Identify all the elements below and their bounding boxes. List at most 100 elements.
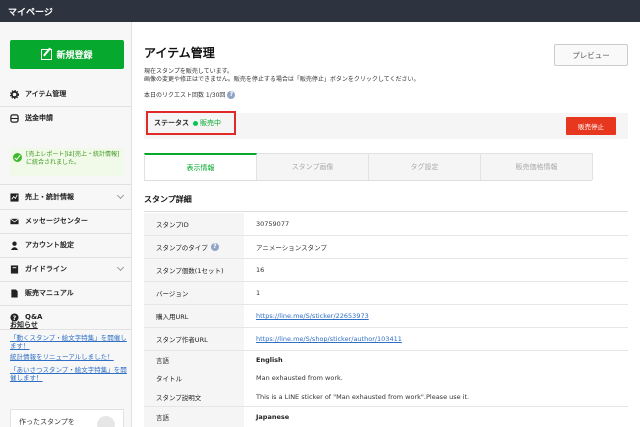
description-line: 現在スタンプを販売しています。 bbox=[144, 68, 234, 75]
sidebar-item-label: 送金申請 bbox=[25, 114, 53, 122]
row-key: スタンプ説明文 bbox=[144, 387, 244, 406]
database-icon bbox=[10, 113, 19, 123]
status-value: 販売中 bbox=[200, 119, 221, 127]
book-icon bbox=[10, 264, 19, 274]
chart-icon bbox=[10, 192, 19, 202]
row-key: 購入用URL bbox=[144, 305, 244, 327]
row-key: スタンプ作者URL bbox=[144, 328, 244, 350]
sidebar-item-label: 売上・統計情報 bbox=[25, 193, 74, 201]
row-key-text: 言語 bbox=[156, 357, 169, 365]
section-title: スタンプ詳細 bbox=[144, 195, 192, 204]
row-value: English bbox=[256, 356, 283, 364]
row-key: 言語 bbox=[144, 351, 244, 369]
row-value: アニメーションスタンプ bbox=[256, 244, 327, 252]
avatar bbox=[97, 416, 115, 427]
table-row: 購入用URL https://line.me/S/sticker/2265397… bbox=[144, 305, 628, 328]
request-count: 本日のリクエスト回数 1/30回 ? bbox=[144, 90, 236, 99]
help-icon[interactable]: ? bbox=[210, 243, 219, 251]
main-content: アイテム管理 プレビュー 現在スタンプを販売しています。 画像の変更や修正はでき… bbox=[132, 22, 640, 427]
row-value: This is a LINE sticker of "Man exhausted… bbox=[256, 392, 470, 401]
tab-bar: 表示情報 スタンプ画像 タグ設定 販売価格情報 bbox=[144, 153, 593, 181]
sidebar: 新規登録 アイテム管理 送金申請 [売上レポート]は[売上・統計情報]に統合され… bbox=[0, 22, 132, 427]
sidebar-item-account-settings[interactable]: アカウント設定 bbox=[0, 233, 132, 257]
new-registration-button[interactable]: 新規登録 bbox=[10, 40, 124, 69]
row-value: 16 bbox=[256, 266, 265, 274]
gear-icon bbox=[10, 89, 19, 99]
row-key-text: スタンプID bbox=[156, 221, 189, 229]
topbar-title: マイページ bbox=[8, 8, 53, 18]
row-key: バージョン bbox=[144, 282, 244, 304]
news-link[interactable]: 「動くスタンプ・絵文字特集」を開催します！ bbox=[10, 334, 128, 350]
row-key-text: バージョン bbox=[156, 290, 189, 298]
author-url-link[interactable]: https://line.me/S/shop/sticker/author/10… bbox=[256, 328, 402, 350]
chevron-down-icon bbox=[116, 263, 125, 272]
row-value: Man exhausted from work. bbox=[256, 374, 343, 382]
tab-sales-price[interactable]: 販売価格情報 bbox=[480, 153, 593, 180]
sidebar-item-item-management[interactable]: アイテム管理 bbox=[0, 82, 132, 106]
table-row: スタンプのタイプ? アニメーションスタンプ bbox=[144, 236, 628, 259]
promo-text: 作ったスタンプを bbox=[19, 418, 75, 426]
status-dot-icon bbox=[193, 120, 198, 126]
tab-sticker-images[interactable]: スタンプ画像 bbox=[256, 153, 369, 180]
top-bar: マイページ bbox=[0, 0, 640, 22]
document-icon bbox=[10, 288, 19, 298]
table-row: バージョン 1 bbox=[144, 282, 628, 305]
user-icon bbox=[10, 241, 19, 250]
sidebar-item-sales-stats[interactable]: 売上・統計情報 bbox=[0, 185, 132, 209]
row-value: 30759077 bbox=[256, 220, 290, 228]
description-line: 画像の変更や修正はできません。販売を停止する場合は「販売停止」ボタンをクリックし… bbox=[144, 76, 420, 83]
news-link[interactable]: 「あいさつスタンプ・絵文字特集」を開催します！ bbox=[10, 366, 128, 382]
status-highlight: ステータス 販売中 bbox=[146, 111, 236, 135]
sidebar-item-sales-manual[interactable]: 販売マニュアル bbox=[0, 281, 132, 305]
check-circle-icon bbox=[13, 153, 22, 162]
table-row: スタンプ作者URL https://line.me/S/shop/sticker… bbox=[144, 328, 628, 351]
row-value: Japanese bbox=[256, 413, 290, 421]
chevron-down-icon bbox=[116, 191, 125, 200]
request-count-label: 本日のリクエスト回数 1/30回 bbox=[144, 92, 226, 99]
mail-icon bbox=[10, 217, 19, 226]
sidebar-item-message-center[interactable]: メッセージセンター bbox=[0, 209, 132, 233]
tab-display-info[interactable]: 表示情報 bbox=[144, 153, 257, 180]
table-row: スタンプ説明文 This is a LINE sticker of "Man e… bbox=[144, 387, 628, 407]
news-link[interactable]: 統計情報をリニューアルしました！ bbox=[10, 353, 128, 361]
row-key: スタンプID bbox=[144, 213, 244, 235]
tab-tag-settings[interactable]: タグ設定 bbox=[368, 153, 481, 180]
row-key-text: スタンプ説明文 bbox=[156, 393, 202, 402]
sidebar-item-label: アイテム管理 bbox=[25, 90, 67, 98]
row-key-text: 言語 bbox=[156, 414, 169, 422]
sidebar-item-label: メッセージセンター bbox=[25, 217, 88, 225]
help-icon[interactable]: ? bbox=[227, 90, 236, 99]
page-description: 現在スタンプを販売しています。 画像の変更や修正はできません。販売を停止する場合… bbox=[144, 68, 419, 84]
edit-icon bbox=[41, 49, 53, 60]
sidebar-item-label: ガイドライン bbox=[25, 265, 67, 273]
row-key: スタンプのタイプ? bbox=[144, 236, 244, 258]
purchase-url-link[interactable]: https://line.me/S/sticker/22653973 bbox=[256, 305, 369, 327]
page-title: アイテム管理 bbox=[144, 46, 215, 60]
row-value: 1 bbox=[256, 289, 261, 297]
row-key-text: タイトル bbox=[156, 375, 182, 383]
stop-sales-button[interactable]: 販売停止 bbox=[566, 117, 616, 135]
preview-button[interactable]: プレビュー bbox=[554, 44, 628, 66]
row-key-text: スタンプのタイプ bbox=[156, 244, 208, 252]
table-row: 言語 Japanese bbox=[144, 407, 628, 427]
sidebar-item-label: アカウント設定 bbox=[25, 241, 74, 249]
new-registration-label: 新規登録 bbox=[56, 51, 93, 61]
sidebar-item-label: 販売マニュアル bbox=[25, 289, 74, 297]
row-key-text: スタンプ作者URL bbox=[156, 336, 208, 344]
divider bbox=[144, 211, 628, 212]
row-key-text: 購入用URL bbox=[156, 313, 189, 321]
status-label: ステータス bbox=[154, 119, 189, 127]
notice-message: [売上レポート]は[売上・統計情報]に統合されました。 bbox=[10, 148, 124, 176]
sidebar-item-guidelines[interactable]: ガイドライン bbox=[0, 257, 132, 281]
table-row: タイトル Man exhausted from work. bbox=[144, 369, 628, 387]
table-row: スタンプ個数(1セット) 16 bbox=[144, 259, 628, 282]
table-row: スタンプID 30759077 bbox=[144, 213, 628, 236]
status-bar: ステータス 販売中 販売停止 bbox=[144, 111, 628, 139]
table-row: 言語 English bbox=[144, 351, 628, 369]
promo-box[interactable]: 作ったスタンプを bbox=[10, 409, 124, 427]
sidebar-item-remittance[interactable]: 送金申請 bbox=[0, 106, 132, 130]
news-title: お知らせ bbox=[10, 321, 38, 329]
row-key: スタンプ個数(1セット) bbox=[144, 259, 244, 281]
row-key: 言語 bbox=[144, 407, 244, 427]
row-key: タイトル bbox=[144, 369, 244, 387]
